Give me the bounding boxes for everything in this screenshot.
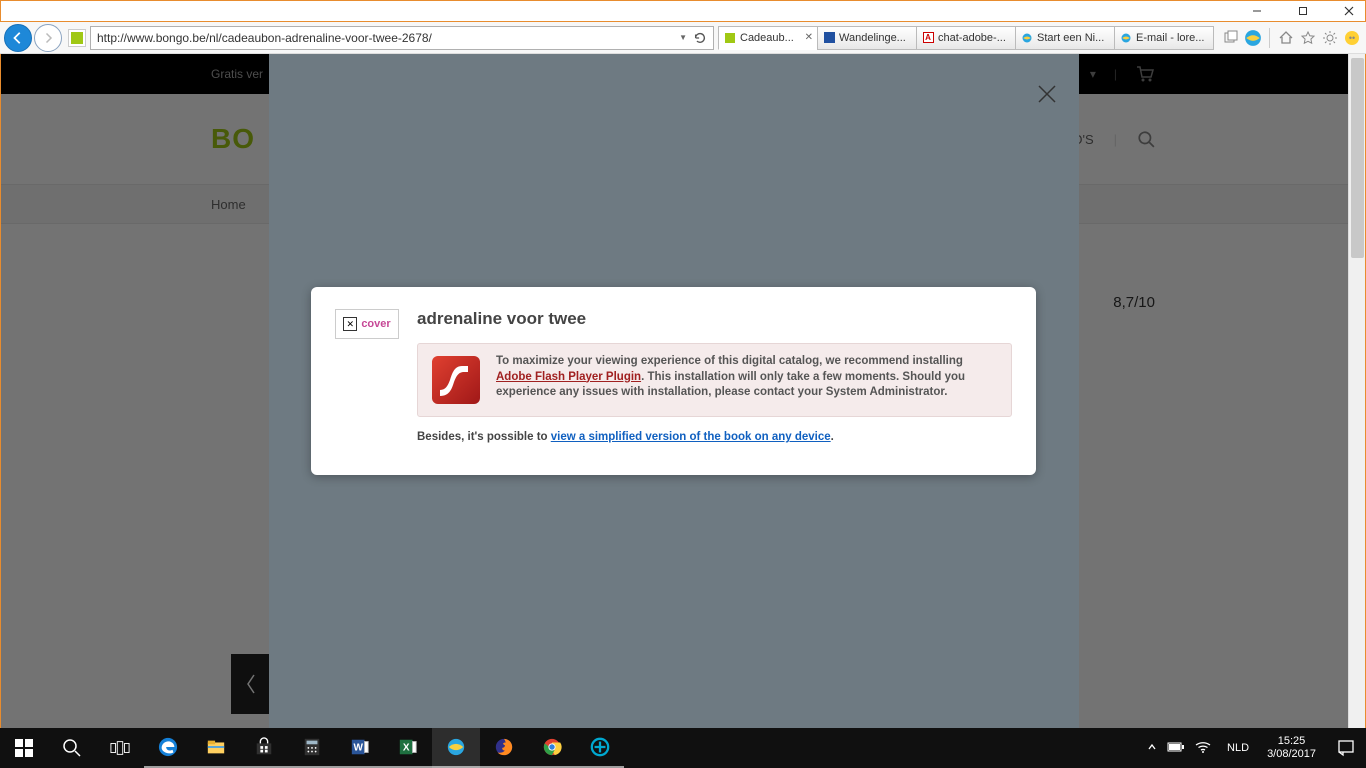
- tab-label: Wandelinge...: [839, 32, 912, 44]
- tab-adobe[interactable]: A chat-adobe-...: [916, 26, 1016, 50]
- url-text: http://www.bongo.be/nl/cadeaubon-adrenal…: [97, 31, 673, 45]
- taskbar: W X NLD 15:25 3/08/2017: [0, 728, 1366, 768]
- tab-email[interactable]: E-mail - lore...: [1114, 26, 1214, 50]
- tab-start[interactable]: Start een Ni...: [1015, 26, 1115, 50]
- browser-toolbar: http://www.bongo.be/nl/cadeaubon-adrenal…: [0, 22, 1366, 54]
- word-app[interactable]: W: [336, 728, 384, 768]
- ie-logo-icon[interactable]: [1243, 28, 1263, 48]
- flash-warning-box: To maximize your viewing experience of t…: [417, 343, 1012, 417]
- modal-title: adrenaline voor twee: [417, 309, 1012, 329]
- ie-icon: [1119, 31, 1133, 45]
- system-tray: NLD 15:25 3/08/2017: [1139, 728, 1366, 768]
- feedback-icon[interactable]: ••: [1342, 28, 1362, 48]
- action-center-button[interactable]: [1326, 728, 1366, 768]
- modal-body: adrenaline voor twee To maximize your vi…: [417, 309, 1012, 443]
- tab-strip: Cadeaub... ✕ Wandelinge... A chat-adobe-…: [718, 25, 1213, 51]
- modal-close-button[interactable]: [1037, 84, 1057, 104]
- tab-wandelingen[interactable]: Wandelinge...: [817, 26, 917, 50]
- window-titlebar: [0, 0, 1366, 22]
- cover-label: cover: [361, 318, 390, 330]
- separator: [1269, 28, 1270, 48]
- simplified-version-link[interactable]: view a simplified version of the book on…: [551, 431, 831, 443]
- tab-label: E-mail - lore...: [1136, 32, 1209, 44]
- modal-backdrop: ✕ cover adrenaline voor twee To maximize…: [269, 54, 1079, 728]
- task-view-button[interactable]: [96, 728, 144, 768]
- clock-date: 3/08/2017: [1267, 748, 1316, 761]
- window-minimize-button[interactable]: [1243, 1, 1271, 21]
- ie-app[interactable]: [432, 728, 480, 768]
- tab-label: Start een Ni...: [1037, 32, 1110, 44]
- firefox-app[interactable]: [480, 728, 528, 768]
- address-bar[interactable]: http://www.bongo.be/nl/cadeaubon-adrenal…: [90, 26, 714, 50]
- edge-app[interactable]: [144, 728, 192, 768]
- settings-icon[interactable]: [1320, 28, 1340, 48]
- file-explorer-app[interactable]: [192, 728, 240, 768]
- tab-cadeaubon[interactable]: Cadeaub... ✕: [718, 26, 818, 50]
- tray-chevron-icon[interactable]: [1147, 742, 1157, 755]
- tab-label: Cadeaub...: [740, 32, 802, 44]
- svg-text:X: X: [403, 743, 410, 754]
- store-app[interactable]: [240, 728, 288, 768]
- svg-text:W: W: [353, 743, 363, 754]
- besides-post: .: [831, 431, 834, 443]
- refresh-button[interactable]: [693, 31, 707, 45]
- window-maximize-button[interactable]: [1289, 1, 1317, 21]
- browser-viewport: Gratis ver ▾ | BO O'S | Home 8,7/10 n,: [0, 54, 1366, 728]
- toolbar-icons: ••: [1221, 28, 1362, 48]
- calculator-app[interactable]: [288, 728, 336, 768]
- tab-label: chat-adobe-...: [938, 32, 1011, 44]
- cover-thumbnail[interactable]: ✕ cover: [335, 309, 399, 339]
- site-icon: [822, 31, 836, 45]
- ie-icon: [1020, 31, 1034, 45]
- flash-plugin-link[interactable]: Adobe Flash Player Plugin: [496, 371, 641, 383]
- dropdown-icon[interactable]: ▼: [679, 33, 687, 42]
- forward-button[interactable]: [34, 24, 62, 52]
- simplified-text: Besides, it's possible to view a simplif…: [417, 431, 1012, 443]
- flash-player-icon: [430, 354, 482, 406]
- new-tab-button[interactable]: [1221, 28, 1241, 48]
- bongo-icon: [71, 32, 83, 44]
- flash-text-pre: To maximize your viewing experience of t…: [496, 355, 963, 367]
- favorites-icon[interactable]: [1298, 28, 1318, 48]
- tab-close-icon[interactable]: ✕: [805, 32, 813, 43]
- chrome-app[interactable]: [528, 728, 576, 768]
- clock[interactable]: 15:25 3/08/2017: [1257, 735, 1326, 761]
- back-button[interactable]: [4, 24, 32, 52]
- flash-warning-text: To maximize your viewing experience of t…: [496, 354, 999, 406]
- battery-icon[interactable]: [1167, 741, 1185, 756]
- start-button[interactable]: [0, 728, 48, 768]
- wifi-icon[interactable]: [1195, 741, 1211, 756]
- home-icon[interactable]: [1276, 28, 1296, 48]
- adobe-icon: A: [921, 31, 935, 45]
- site-favicon: [68, 29, 86, 47]
- search-button[interactable]: [48, 728, 96, 768]
- support-app[interactable]: [576, 728, 624, 768]
- language-indicator[interactable]: NLD: [1219, 742, 1257, 754]
- bongo-icon: [723, 31, 737, 45]
- excel-app[interactable]: X: [384, 728, 432, 768]
- besides-pre: Besides, it's possible to: [417, 431, 551, 443]
- clock-time: 15:25: [1267, 735, 1316, 748]
- window-close-button[interactable]: [1335, 1, 1363, 21]
- modal-card: ✕ cover adrenaline voor twee To maximize…: [311, 287, 1036, 475]
- broken-image-icon: ✕: [343, 317, 357, 331]
- vertical-scrollbar[interactable]: [1348, 54, 1365, 728]
- scrollbar-thumb[interactable]: [1351, 58, 1364, 258]
